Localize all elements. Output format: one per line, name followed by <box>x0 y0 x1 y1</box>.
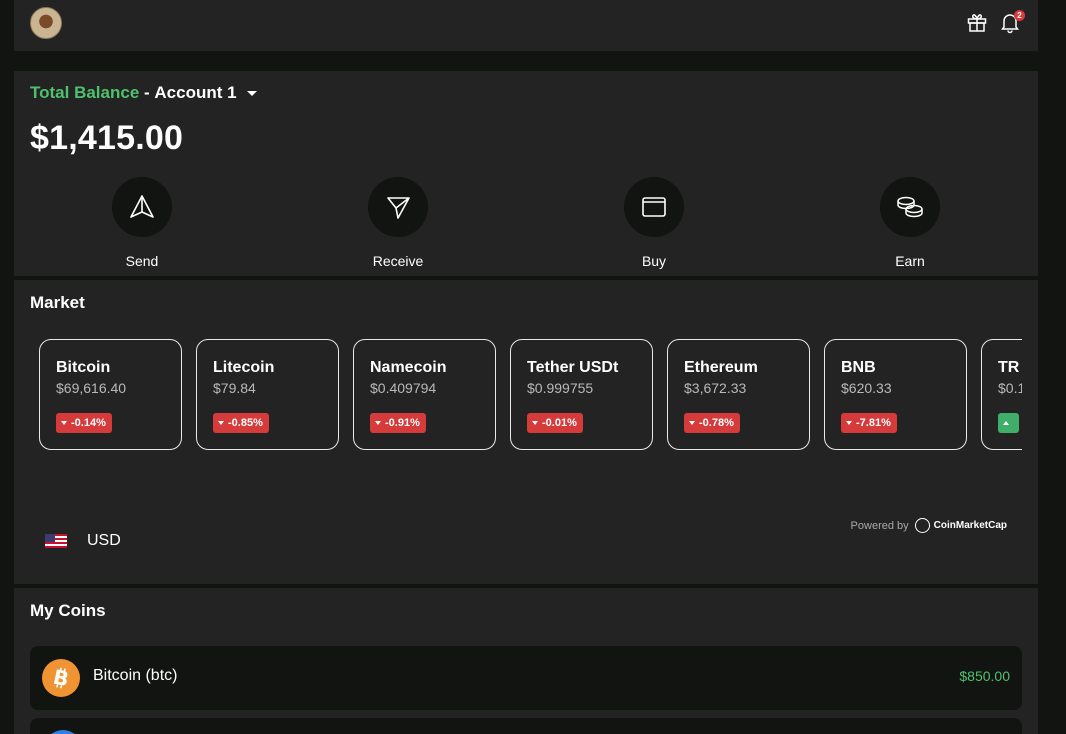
change-badge: -0.78% <box>684 413 740 433</box>
card-price: $0.409794 <box>370 380 437 396</box>
earn-button[interactable]: Earn <box>860 177 960 269</box>
card-name: Litecoin <box>213 359 275 376</box>
account-name: Account 1 <box>154 83 237 102</box>
market-card-bitcoin[interactable]: Bitcoin $69,616.40 -0.14% <box>39 339 182 450</box>
card-price: $69,616.40 <box>56 380 127 396</box>
total-balance-label: Total Balance <box>30 83 140 102</box>
coin-row-partial[interactable] <box>30 718 1022 734</box>
notification-badge: 2 <box>1014 10 1025 21</box>
gift-icon[interactable] <box>965 10 989 34</box>
powered-by[interactable]: Powered by CoinMarketCap <box>851 518 1007 533</box>
send-label: Send <box>125 253 159 269</box>
total-balance-amount: $1,415.00 <box>30 119 184 157</box>
change-badge: -0.91% <box>370 413 426 433</box>
arrow-down-icon <box>532 421 538 425</box>
currency-selector[interactable]: USD <box>45 532 121 550</box>
buy-label: Buy <box>641 253 667 269</box>
bitcoin-icon: B <box>42 659 80 697</box>
change-value: -0.01% <box>542 417 577 429</box>
arrow-down-icon <box>61 421 67 425</box>
arrow-up-icon <box>1003 421 1009 425</box>
change-badge: -7.81% <box>841 413 897 433</box>
coin-name: Bitcoin (btc) <box>93 667 178 684</box>
market-panel: Market Bitcoin $69,616.40 -0.14% Litecoi… <box>14 280 1038 584</box>
arrow-down-icon <box>375 421 381 425</box>
top-bar: 2 <box>14 0 1038 51</box>
powered-by-brand: CoinMarketCap <box>933 520 1007 531</box>
chevron-down-icon <box>246 90 257 96</box>
coin-row-bitcoin[interactable]: B Bitcoin (btc) $850.00 <box>30 646 1022 710</box>
market-carousel[interactable]: Bitcoin $69,616.40 -0.14% Litecoin $79.8… <box>39 339 1022 451</box>
market-card-tether[interactable]: Tether USDt $0.999755 -0.01% <box>510 339 653 450</box>
card-price: $620.33 <box>841 380 892 396</box>
coin-value: $850.00 <box>959 668 1010 684</box>
card-name: Namecoin <box>370 359 447 376</box>
label-separator: - <box>139 83 155 102</box>
market-title: Market <box>30 293 85 312</box>
arrow-down-icon <box>689 421 695 425</box>
card-name: Tether USDt <box>527 359 619 376</box>
coinmarketcap-logo-icon <box>914 518 930 533</box>
receive-button[interactable]: Receive <box>348 177 448 269</box>
avatar[interactable] <box>30 7 62 39</box>
change-badge: -0.01% <box>527 413 583 433</box>
market-card-bnb[interactable]: BNB $620.33 -7.81% <box>824 339 967 450</box>
us-flag-icon <box>45 534 67 548</box>
change-value: -0.91% <box>385 417 420 429</box>
change-badge: -0.85% <box>213 413 269 433</box>
wallet-icon <box>624 177 684 237</box>
earn-label: Earn <box>895 253 925 269</box>
market-card-litecoin[interactable]: Litecoin $79.84 -0.85% <box>196 339 339 450</box>
change-badge <box>998 413 1019 433</box>
arrow-down-icon <box>846 421 852 425</box>
powered-by-label: Powered by <box>850 519 909 532</box>
change-value: -0.78% <box>699 417 734 429</box>
change-value: -7.81% <box>856 417 891 429</box>
send-icon <box>112 177 172 237</box>
balance-panel: Total Balance - Account 1 $1,415.00 Send… <box>14 71 1038 276</box>
send-button[interactable]: Send <box>92 177 192 269</box>
change-badge: -0.14% <box>56 413 112 433</box>
coin-icon <box>44 730 82 734</box>
change-value: -0.85% <box>228 417 263 429</box>
card-price: $0.999755 <box>527 380 594 396</box>
account-selector[interactable]: Total Balance - Account 1 <box>30 83 257 103</box>
buy-button[interactable]: Buy <box>604 177 704 269</box>
my-coins-title: My Coins <box>30 601 106 620</box>
card-name: BNB <box>841 359 876 376</box>
card-price: $0.1 <box>998 380 1022 396</box>
arrow-down-icon <box>218 421 224 425</box>
receive-label: Receive <box>372 253 424 269</box>
market-card-ethereum[interactable]: Ethereum $3,672.33 -0.78% <box>667 339 810 450</box>
currency-code: USD <box>87 532 121 549</box>
card-name: TR <box>998 359 1020 376</box>
market-card-namecoin[interactable]: Namecoin $0.409794 -0.91% <box>353 339 496 450</box>
my-coins-panel: My Coins B Bitcoin (btc) $850.00 <box>14 588 1038 734</box>
card-name: Bitcoin <box>56 359 111 376</box>
market-card-partial[interactable]: TR $0.1 <box>981 339 1022 450</box>
card-name: Ethereum <box>684 359 758 376</box>
change-value: -0.14% <box>71 417 106 429</box>
bell-icon[interactable]: 2 <box>998 10 1025 34</box>
receive-icon <box>368 177 428 237</box>
coins-icon <box>880 177 940 237</box>
card-price: $79.84 <box>213 380 256 396</box>
card-price: $3,672.33 <box>684 380 747 396</box>
